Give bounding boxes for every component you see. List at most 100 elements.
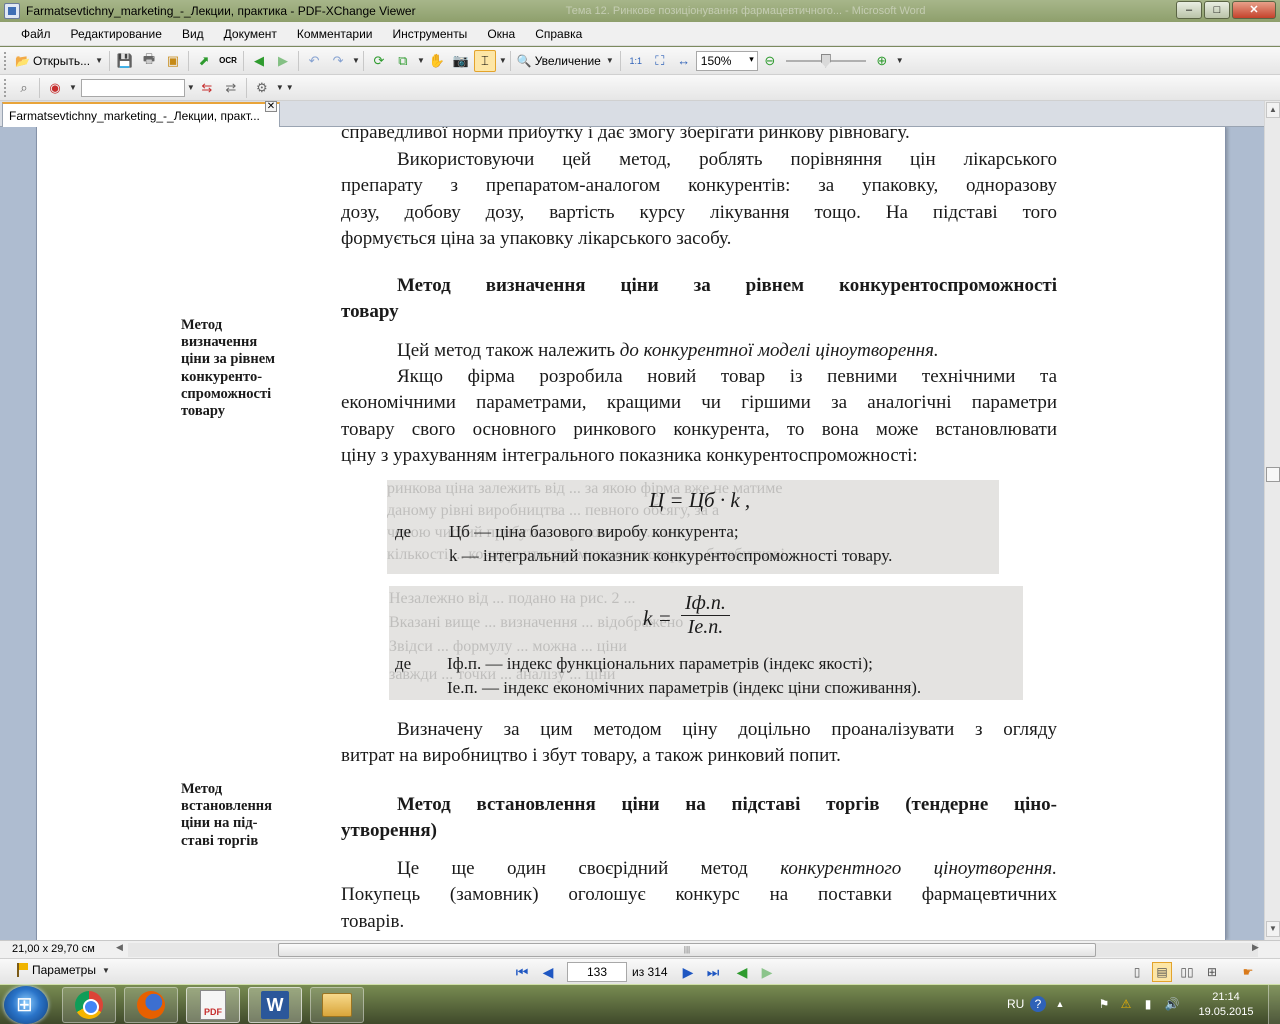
open-button[interactable]: 📂 Открыть... ▼ <box>12 50 106 72</box>
zoom-slider[interactable] <box>785 51 866 71</box>
vertical-scroll-thumb[interactable] <box>1266 467 1280 482</box>
save-button[interactable]: 💾 <box>114 50 136 72</box>
menu-comments[interactable]: Комментарии <box>287 22 383 46</box>
stamp-tool-button[interactable]: ⚙ <box>251 77 273 99</box>
properties-button[interactable]: ▣ <box>162 50 184 72</box>
actual-size-button[interactable]: 1:1 <box>625 50 647 72</box>
menu-windows[interactable]: Окна <box>477 22 525 46</box>
fraction-numerator: Iф.п. <box>681 592 730 616</box>
continuous-view-button[interactable]: ▤ <box>1152 962 1172 982</box>
parameters-menu[interactable]: Параметры ▼ <box>16 963 110 977</box>
scroll-left-button[interactable]: ◀ <box>116 942 123 953</box>
chevron-down-icon[interactable]: ▼ <box>417 56 425 65</box>
hand-highlight-button[interactable]: ☛ <box>1238 962 1258 982</box>
scroll-down-button[interactable]: ▼ <box>1266 921 1280 937</box>
chevron-down-icon[interactable]: ▼ <box>896 56 904 65</box>
previous-page-button[interactable]: ◀ <box>539 963 557 981</box>
zoom-out-button[interactable]: ⊖ <box>759 50 781 72</box>
menu-tools[interactable]: Инструменты <box>382 22 477 46</box>
zoom-slider-thumb[interactable] <box>820 53 831 68</box>
menu-help[interactable]: Справка <box>525 22 592 46</box>
scroll-up-button[interactable]: ▲ <box>1266 102 1280 118</box>
toolbar-grip[interactable] <box>4 51 8 70</box>
maximize-button[interactable]: □ <box>1204 1 1230 19</box>
formula-def-line: Iе.п. — індекс економічних параметрів (і… <box>447 678 922 697</box>
magnifier-plus-icon: 🔍 <box>516 53 532 68</box>
chevron-down-icon[interactable]: ▼ <box>286 83 294 92</box>
find-next-button[interactable]: ⇄ <box>220 77 242 99</box>
warning-icon[interactable]: ⚠ <box>1118 996 1134 1012</box>
find-previous-button[interactable]: ⇆ <box>196 77 218 99</box>
menu-view[interactable]: Вид <box>172 22 214 46</box>
fit-width-button[interactable]: ↔ <box>673 50 695 72</box>
rotate-button[interactable]: ⟳ <box>368 50 390 72</box>
stamp-icon: ⚙ <box>256 79 268 95</box>
minimize-button[interactable]: – <box>1176 1 1202 19</box>
previous-view-button[interactable]: ◀ <box>733 963 751 981</box>
network-icon[interactable]: ▮ <box>1140 996 1156 1012</box>
menu-document[interactable]: Документ <box>214 22 287 46</box>
menu-file[interactable]: Файл <box>0 22 61 46</box>
redo-button[interactable]: ↷ <box>327 50 349 72</box>
chevron-down-icon[interactable]: ▼ <box>95 56 103 65</box>
chevron-down-icon[interactable]: ▼ <box>499 56 507 65</box>
taskbar-firefox[interactable] <box>124 987 178 1023</box>
taskbar-word[interactable]: W <box>248 987 302 1023</box>
open-label: Открыть... <box>32 53 91 68</box>
page-layout-button[interactable]: ⧉ <box>392 50 414 72</box>
hand-tool-button[interactable]: ✋ <box>426 50 448 72</box>
chevron-down-icon[interactable]: ▼ <box>276 83 284 92</box>
facing-view-button[interactable]: ▯▯ <box>1177 962 1197 982</box>
forward-button[interactable]: ▶ <box>272 50 294 72</box>
scroll-right-button[interactable]: ▶ <box>1252 942 1259 953</box>
snapshot-button[interactable]: 📷 <box>450 50 472 72</box>
chevron-down-icon[interactable]: ▼ <box>69 83 77 92</box>
horizontal-scroll-thumb[interactable]: ||| <box>278 943 1096 957</box>
chevron-down-icon[interactable]: ▼ <box>352 56 360 65</box>
close-button[interactable]: ✕ <box>1232 1 1276 19</box>
document-view[interactable]: справедливої норми прибутку і дає змогу … <box>0 127 1264 940</box>
search-provider-button[interactable]: ◉ <box>44 77 66 99</box>
chevron-down-icon[interactable]: ▼ <box>606 56 614 65</box>
back-button[interactable]: ◀ <box>248 50 270 72</box>
continuous-facing-view-button[interactable]: ⊞ <box>1202 962 1222 982</box>
taskbar-chrome[interactable] <box>62 987 116 1023</box>
taskbar-explorer[interactable] <box>310 987 364 1023</box>
last-page-button[interactable]: ⏭ <box>704 963 722 981</box>
first-page-button[interactable]: ⏮ <box>513 963 531 981</box>
volume-icon[interactable]: 🔊 <box>1164 996 1180 1012</box>
clock[interactable]: 21:14 19.05.2015 <box>1196 990 1256 1020</box>
start-button[interactable] <box>4 986 48 1024</box>
print-button[interactable]: 🖶 <box>138 50 160 72</box>
single-page-view-button[interactable]: ▯ <box>1127 962 1147 982</box>
taskbar-pdf-viewer[interactable]: PDF <box>186 987 240 1023</box>
text-line: формується ціна за упаковку лікарського … <box>341 227 732 249</box>
toolbar-grip[interactable] <box>4 78 8 97</box>
ocr-button[interactable]: OCR <box>217 50 239 72</box>
language-indicator[interactable]: RU <box>1007 997 1024 1011</box>
next-view-button[interactable]: ▶ <box>758 963 776 981</box>
undo-button[interactable]: ↶ <box>303 50 325 72</box>
search-input[interactable] <box>80 78 185 97</box>
next-page-button[interactable]: ▶ <box>679 963 697 981</box>
fit-page-button[interactable]: ⛶ <box>649 50 671 72</box>
zoom-in-button[interactable]: ⊕ <box>871 50 893 72</box>
export-button[interactable]: ⬈ <box>193 50 215 72</box>
select-text-button[interactable]: ⌶ <box>473 49 496 72</box>
zoom-level-select[interactable]: 150% <box>695 50 758 71</box>
vertical-scrollbar[interactable]: ▲ ▼ <box>1264 101 1280 940</box>
chevron-down-icon[interactable]: ▼ <box>187 83 195 92</box>
chevron-up-icon[interactable]: ▲ <box>1052 996 1068 1012</box>
paragraph-comparison: Використовуючи цей метод, роблять порівн… <box>341 147 1057 252</box>
help-icon[interactable]: ? <box>1030 996 1046 1012</box>
menu-edit[interactable]: Редактирование <box>61 22 172 46</box>
page-number-input[interactable]: 133 <box>567 962 627 982</box>
tab-document[interactable]: Farmatsevtichny_marketing_-_Лекции, прак… <box>2 102 280 127</box>
flag-icon[interactable]: ⚑ <box>1096 996 1112 1012</box>
show-desktop-button[interactable] <box>1268 985 1280 1024</box>
find-button[interactable]: ⌕ <box>13 77 35 99</box>
tab-close-button[interactable]: ✕ <box>265 101 277 112</box>
paragraph-competitive-model: Цей метод також належить до конкурентної… <box>341 338 1057 364</box>
zoom-in-tool-button[interactable]: 🔍 Увеличение ▼ <box>514 50 617 72</box>
app-icon[interactable] <box>4 3 20 19</box>
